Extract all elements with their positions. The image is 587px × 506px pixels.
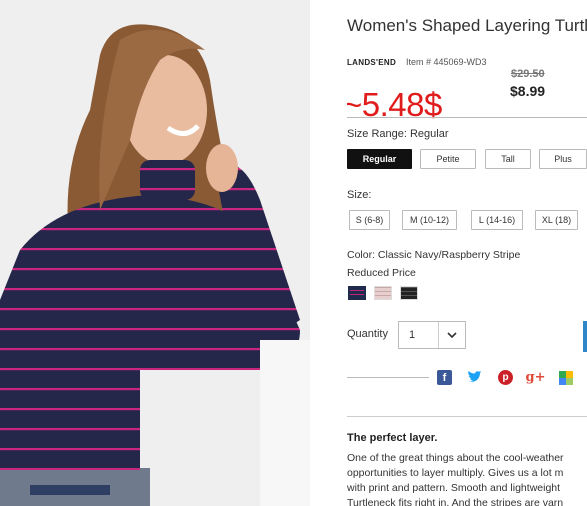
description-line: One of the great things about the cool-w… [347,452,564,464]
description-heading: The perfect layer. [347,432,438,444]
brand-logo: LANDS'END [347,58,397,67]
description-line: opportunities to layer multiply. Gives u… [347,467,564,479]
color-squares-icon[interactable] [558,370,573,385]
size-range-label: Size Range: Regular [347,128,449,140]
size-m-button[interactable]: M (10-12) [402,210,457,230]
size-range-tall-button[interactable]: Tall [485,149,531,169]
size-range-petite-button[interactable]: Petite [420,149,476,169]
size-l-button[interactable]: L (14-16) [471,210,523,230]
facebook-icon[interactable]: f [437,370,452,385]
google-plus-icon[interactable]: g+ [526,370,546,385]
size-range-plus-button[interactable]: Plus [539,149,587,169]
section-divider [347,416,587,417]
description-line: with print and pattern. Smooth and light… [347,482,561,494]
product-photo[interactable] [0,0,310,506]
swatch-black-stripe[interactable] [400,286,418,300]
chevron-down-icon [438,322,465,348]
swatch-navy-raspberry[interactable] [348,286,366,300]
product-info: Women's Shaped Layering Turtleneck LANDS… [347,0,587,506]
pinterest-icon[interactable]: p [498,370,513,385]
quantity-select[interactable]: 1 [398,321,466,349]
size-label: Size: [347,189,372,201]
product-title: Women's Shaped Layering Turtleneck [347,16,587,35]
color-label: Color: Classic Navy/Raspberry Stripe [347,249,521,261]
share-divider-left [347,377,429,378]
overlay-price: ~5.48$ [347,86,442,123]
add-to-bag-button[interactable] [583,321,587,352]
original-price: $29.50 [511,68,545,80]
model-image [0,0,310,506]
size-xl-button[interactable]: XL (18) [535,210,578,230]
item-number: Item # 445069-WD3 [406,57,487,67]
divider [347,117,587,118]
swatch-pink-stripe[interactable] [374,286,392,300]
size-range-regular-button[interactable]: Regular [347,149,412,169]
description-text: One of the great things about the cool-w… [347,451,587,506]
sale-price: $8.99 [510,83,546,99]
size-s-button[interactable]: S (6-8) [349,210,390,230]
quantity-label: Quantity [347,328,388,340]
quantity-value: 1 [409,329,416,341]
twitter-icon[interactable] [467,370,482,385]
description-line: Turtleneck fits right in. And the stripe… [347,497,564,506]
reduced-price-note: Reduced Price [347,267,416,279]
